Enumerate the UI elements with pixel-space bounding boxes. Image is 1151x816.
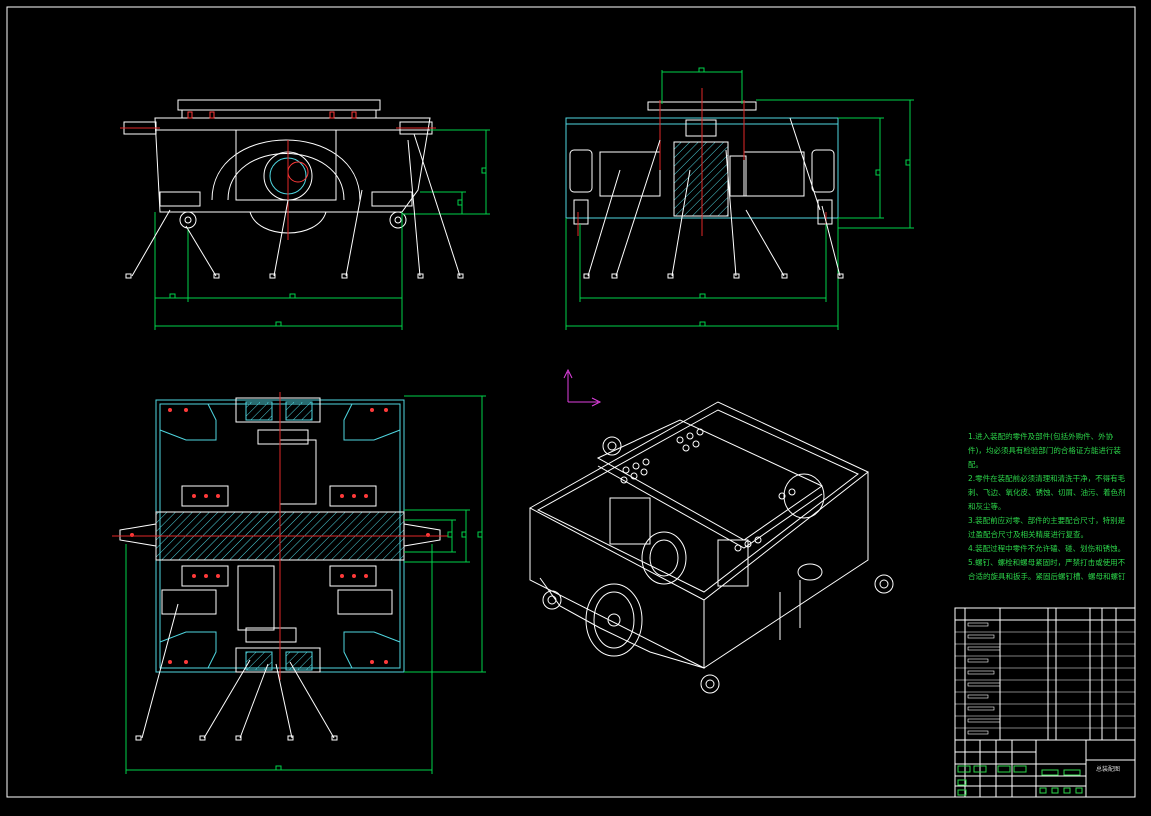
iso-caster-2 bbox=[700, 674, 720, 694]
parts-list-entry bbox=[967, 634, 995, 639]
note-line: 过盈配合尺寸及相关精度进行复查。 bbox=[968, 530, 1088, 539]
parts-list-entry bbox=[967, 658, 989, 663]
front-body-outline bbox=[154, 117, 431, 213]
isometric-view bbox=[528, 401, 894, 694]
parts-list-entry bbox=[967, 646, 1001, 651]
note-line: 配。 bbox=[968, 460, 983, 469]
note-line: 1.进入装配的零件及部件(包括外购件、外协 bbox=[968, 432, 1114, 441]
iso-deck-plate bbox=[596, 419, 824, 541]
parts-list-entry bbox=[967, 694, 989, 699]
front-view bbox=[123, 99, 433, 234]
parts-list-entry bbox=[967, 670, 995, 675]
side-view-centerlines bbox=[577, 88, 827, 236]
title-block-green-fields bbox=[957, 765, 1083, 796]
note-line: 2.零件在装配前必须清理和清洗干净，不得有毛 bbox=[968, 474, 1126, 483]
parts-list-entry bbox=[967, 706, 995, 711]
note-line: 件)，均必须具有检验部门的合格证方能进行装 bbox=[968, 446, 1121, 455]
drawing-name: 总装配图 bbox=[1096, 766, 1121, 773]
ucs-icon bbox=[563, 368, 602, 407]
side-battery-block bbox=[673, 141, 729, 217]
front-view-dimensions bbox=[154, 129, 490, 330]
iso-caster-3 bbox=[874, 574, 894, 594]
iso-top-rim bbox=[528, 401, 869, 601]
plan-view-centerlines bbox=[112, 392, 448, 680]
note-line: 4.装配过程中零件不允许磕、碰、划伤和锈蚀。 bbox=[968, 544, 1126, 553]
note-line: 刺、飞边、氧化皮、锈蚀、切屑、油污、着色剂 bbox=[968, 488, 1126, 497]
note-line: 5.螺钉、螺栓和螺母紧固时，严禁打击或使用不 bbox=[968, 558, 1126, 567]
parts-list-entry bbox=[967, 730, 989, 735]
iso-caster-4 bbox=[602, 436, 622, 456]
front-caster-left bbox=[179, 211, 197, 229]
side-view-dimensions bbox=[565, 67, 914, 330]
parts-list-entry bbox=[967, 622, 989, 627]
plan-motor-top bbox=[279, 439, 317, 505]
parts-list-entry bbox=[967, 718, 1001, 723]
note-line: 合适的旋具和扳手。紧固后螺钉槽、螺母和螺钉 bbox=[968, 572, 1126, 581]
parts-list-entry bbox=[967, 682, 1001, 687]
technical-requirements: 1.进入装配的零件及部件(包括外购件、外协 件)，均必须具有检验部门的合格证方能进… bbox=[968, 430, 1126, 584]
plan-view-dimensions bbox=[125, 395, 486, 774]
cad-drawing-canvas bbox=[6, 6, 1136, 798]
iso-caster-1 bbox=[542, 590, 562, 610]
note-line: 和灰尘等。 bbox=[968, 502, 1006, 511]
parts-list-rows bbox=[955, 622, 1135, 741]
front-top-plate bbox=[177, 99, 381, 111]
plan-motor-bottom bbox=[237, 565, 275, 631]
front-view-centerlines bbox=[120, 127, 436, 240]
note-line: 3.装配前应对零、部件的主要配合尺寸，特别是 bbox=[968, 516, 1126, 525]
